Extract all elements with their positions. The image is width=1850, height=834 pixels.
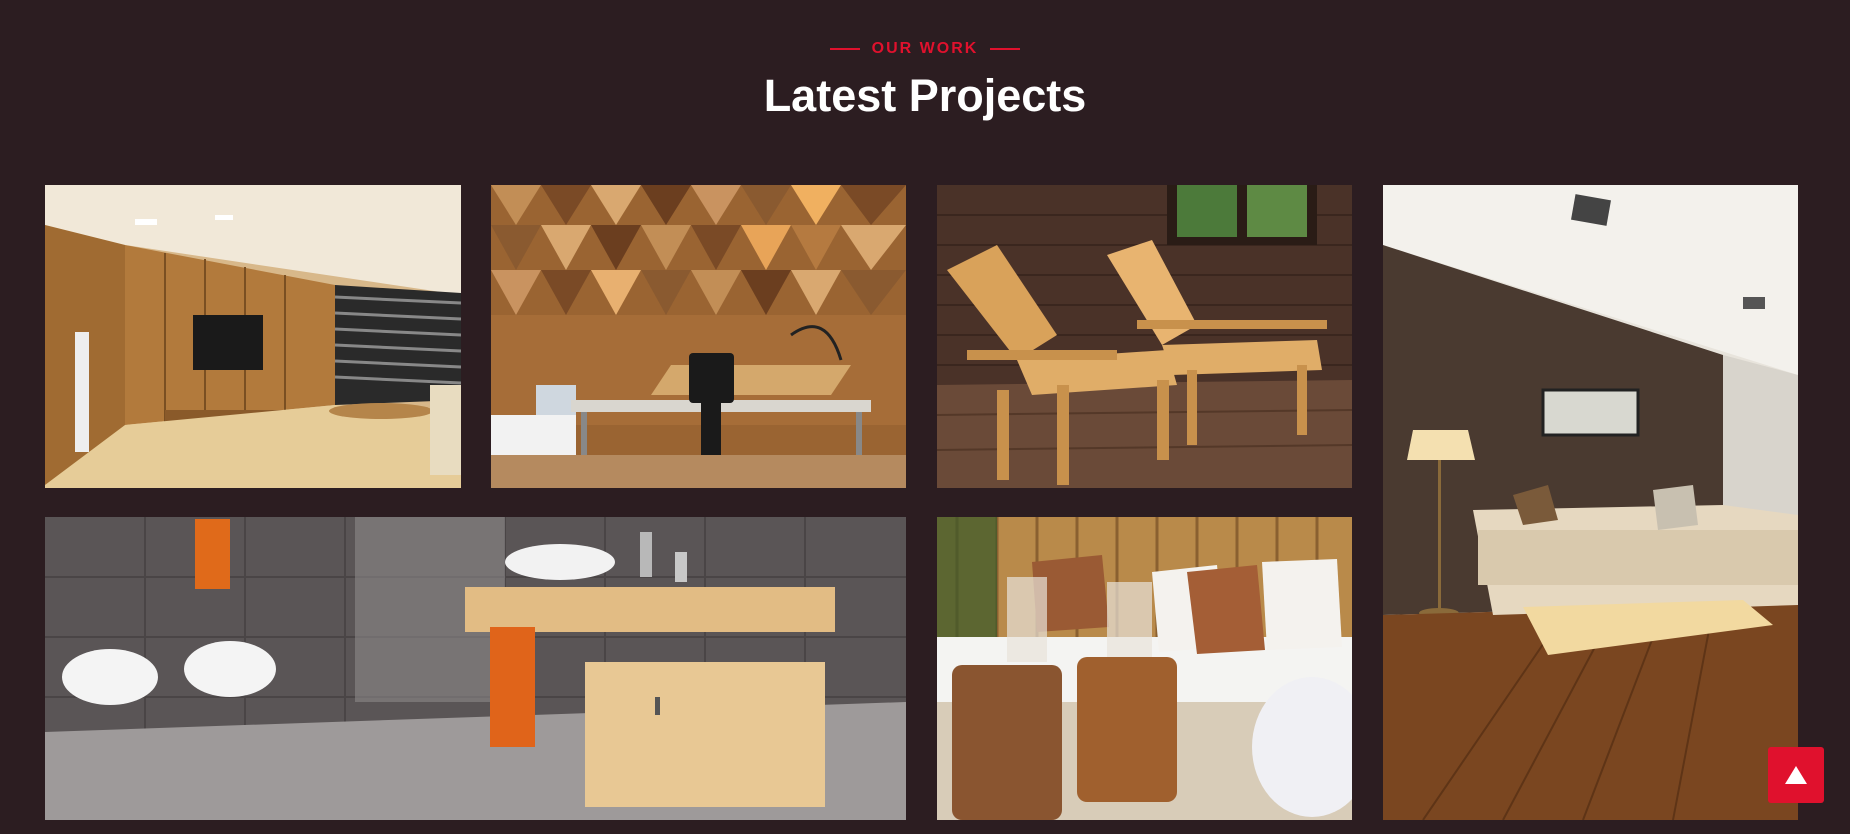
project-tile-patio-lounge[interactable] xyxy=(937,517,1352,820)
eyebrow-line-left xyxy=(829,48,860,50)
project-image xyxy=(937,517,1352,820)
project-image xyxy=(45,185,461,488)
project-tile-deck-chairs[interactable] xyxy=(937,185,1352,488)
project-image xyxy=(45,517,906,820)
eyebrow-line-right xyxy=(990,48,1021,50)
project-tile-bathroom[interactable] xyxy=(45,517,906,820)
project-tile-living-room[interactable] xyxy=(45,185,461,488)
arrow-up-icon xyxy=(1785,766,1807,784)
project-tile-brown-living-room[interactable] xyxy=(1383,185,1798,820)
section-eyebrow: OUR WORK xyxy=(0,40,1850,58)
project-image xyxy=(491,185,906,488)
scroll-to-top-button[interactable] xyxy=(1768,747,1824,803)
project-image xyxy=(1383,185,1798,820)
eyebrow-text: OUR WORK xyxy=(871,40,979,57)
project-tile-office[interactable] xyxy=(491,185,906,488)
project-image xyxy=(937,185,1352,488)
section-title: Latest Projects xyxy=(763,70,1087,121)
